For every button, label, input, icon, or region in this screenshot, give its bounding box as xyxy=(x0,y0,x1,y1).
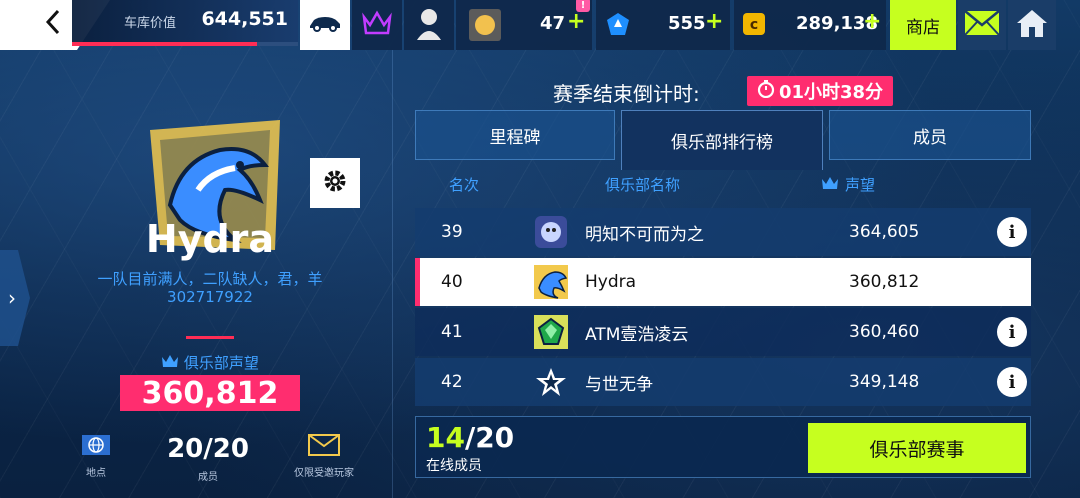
garage-value-panel: 车库价值 644,551 xyxy=(72,0,298,46)
members-value: 20/20 xyxy=(167,434,249,464)
club-id: 302717922 xyxy=(167,288,253,306)
globe-icon xyxy=(81,435,111,460)
crown-icon xyxy=(361,9,393,41)
row-club-name: ATM壹浩凌云 xyxy=(585,324,689,345)
tokens-value: 47 xyxy=(540,13,566,34)
home-button[interactable] xyxy=(1008,0,1056,50)
stopwatch-icon xyxy=(757,79,775,103)
profile-icon xyxy=(416,6,442,44)
row-rank: 39 xyxy=(441,222,463,242)
row-club-name: Hydra xyxy=(585,272,637,292)
club-info-panel: › Hydra 一队目前满人，二队缺人，君，羊 302717922 俱乐部声望 … xyxy=(0,50,392,498)
club-name: Hydra xyxy=(145,217,275,261)
crown-icon xyxy=(821,176,839,194)
tab-bar: 里程碑 俱乐部排行榜 成员 xyxy=(415,110,1031,170)
row-reputation: 349,148 xyxy=(849,372,920,392)
row-reputation: 360,460 xyxy=(849,322,920,342)
leaderboard-list: 39 明知不可而为之 364,605 i 40 Hydra 360,812 41… xyxy=(415,200,1031,408)
row-rank: 40 xyxy=(441,272,463,292)
invite-label: 仅限受邀玩家 xyxy=(294,468,354,479)
gear-icon xyxy=(322,168,348,198)
info-button[interactable]: i xyxy=(997,217,1027,247)
svg-text:c: c xyxy=(750,17,758,33)
crown-button[interactable] xyxy=(352,0,402,50)
club-reputation-label: 俱乐部声望 xyxy=(120,352,300,373)
car-icon xyxy=(308,14,342,36)
club-description: 一队目前满人，二队缺人，君，羊 xyxy=(97,270,323,288)
row-club-name: 明知不可而为之 xyxy=(585,224,704,245)
season-countdown-label: 赛季结束倒计时: xyxy=(553,82,700,106)
online-total: /20 xyxy=(464,421,515,454)
table-header: 名次 俱乐部名称 声望 xyxy=(415,168,1031,200)
online-members-bar: 14/20 在线成员 俱乐部赛事 xyxy=(415,416,1031,478)
tab-club-leaderboard[interactable]: 俱乐部排行榜 xyxy=(621,110,823,170)
credits-currency[interactable]: c 289,138 + xyxy=(734,0,886,50)
side-expand-button[interactable]: › xyxy=(0,250,30,346)
reputation-label-text: 俱乐部声望 xyxy=(183,354,259,372)
invite-mail-icon xyxy=(308,434,340,460)
back-icon xyxy=(44,8,62,43)
profile-button[interactable] xyxy=(404,0,454,50)
car-button[interactable] xyxy=(300,0,350,50)
row-club-name: 与世无争 xyxy=(585,374,653,395)
blueprint-currency[interactable]: 555 + xyxy=(596,0,730,50)
shop-button[interactable]: 商店 xyxy=(890,0,956,50)
top-bar: 车库价值 644,551 47 + ! 555 + c 289,138 + 商店 xyxy=(0,0,1080,50)
row-rank: 42 xyxy=(441,372,463,392)
card-pack-icon xyxy=(466,6,504,48)
online-current: 14 xyxy=(426,421,465,454)
home-icon xyxy=(1016,8,1048,42)
members-stat: 20/20 成员 xyxy=(150,434,266,483)
blueprint-add-button[interactable]: + xyxy=(705,9,723,34)
club-reputation-value: 360,812 xyxy=(120,375,300,411)
online-members-label: 在线成员 xyxy=(426,458,482,474)
garage-progress-fill xyxy=(72,42,258,46)
row-reputation: 360,812 xyxy=(849,272,920,292)
garage-value: 644,551 xyxy=(201,8,288,30)
garage-value-label: 车库价值 xyxy=(124,16,177,31)
settings-button[interactable] xyxy=(310,158,360,208)
info-button[interactable]: i xyxy=(997,317,1027,347)
club-emblem xyxy=(531,212,571,252)
season-countdown-value: 01小时38分 xyxy=(778,82,884,103)
own-club-accent xyxy=(415,258,420,306)
divider xyxy=(186,336,234,339)
table-row[interactable]: 42 与世无争 349,148 i xyxy=(415,358,1031,406)
table-row[interactable]: 41 ATM壹浩凌云 360,460 i xyxy=(415,308,1031,356)
table-row-own-club[interactable]: 40 Hydra 360,812 xyxy=(415,258,1031,306)
header-rank: 名次 xyxy=(449,176,480,194)
info-button[interactable]: i xyxy=(997,367,1027,397)
location-stat[interactable]: 地点 xyxy=(70,434,122,479)
location-label: 地点 xyxy=(86,468,106,479)
header-reputation: 声望 xyxy=(821,174,875,195)
header-club-name: 俱乐部名称 xyxy=(605,176,681,194)
credits-add-button[interactable]: + xyxy=(863,9,881,34)
tokens-add-button[interactable]: + xyxy=(567,9,585,34)
star-emblem xyxy=(531,362,571,402)
club-emblem xyxy=(531,312,571,352)
season-countdown-badge: 01小时38分 xyxy=(747,76,893,106)
tab-members[interactable]: 成员 xyxy=(829,110,1031,160)
row-reputation: 364,605 xyxy=(849,222,920,242)
mail-button[interactable] xyxy=(958,0,1006,50)
header-reputation-text: 声望 xyxy=(845,176,876,194)
credits-icon: c xyxy=(742,12,766,40)
online-members-count: 14/20 xyxy=(426,421,514,454)
tab-milestones[interactable]: 里程碑 xyxy=(415,110,615,160)
invite-stat[interactable]: 仅限受邀玩家 xyxy=(282,434,366,479)
blueprint-value: 555 xyxy=(668,13,706,34)
table-row[interactable]: 39 明知不可而为之 364,605 i xyxy=(415,208,1031,256)
mail-icon xyxy=(964,10,1000,40)
chevron-right-icon: › xyxy=(8,286,16,310)
tokens-currency[interactable]: 47 + xyxy=(456,0,592,50)
row-rank: 41 xyxy=(441,322,463,342)
leaderboard-panel: 赛季结束倒计时: 01小时38分 里程碑 俱乐部排行榜 成员 名次 俱乐部名称 … xyxy=(392,50,1080,498)
garage-progress-bar xyxy=(72,42,298,46)
blueprint-icon xyxy=(606,12,630,40)
club-events-button[interactable]: 俱乐部赛事 xyxy=(808,423,1026,473)
notification-badge: ! xyxy=(576,0,590,12)
members-label: 成员 xyxy=(198,472,218,483)
club-emblem xyxy=(531,262,571,302)
crown-icon xyxy=(161,354,184,372)
